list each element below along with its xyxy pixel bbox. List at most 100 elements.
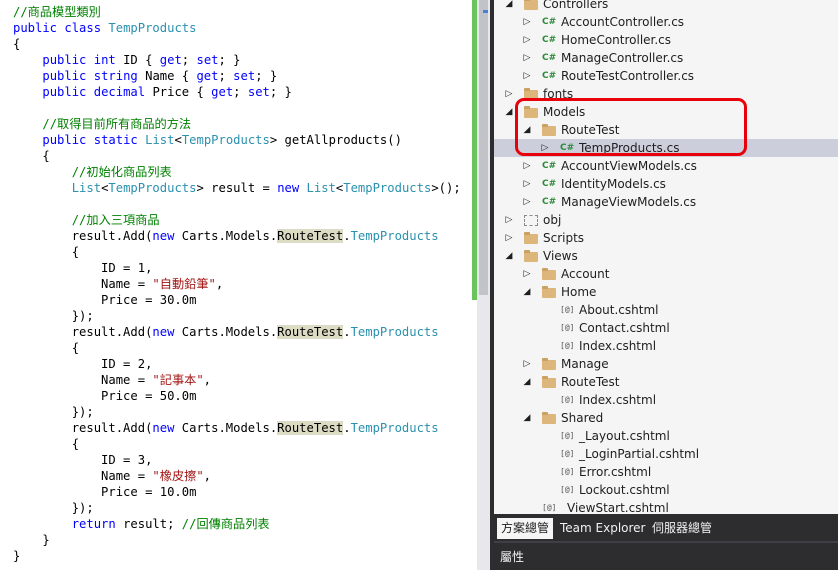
tree-item[interactable]: [@] Contact.cshtml bbox=[494, 319, 838, 337]
collapse-arrow-icon[interactable]: ◢ bbox=[504, 103, 514, 121]
code-line[interactable]: //取得目前所有商品的方法 bbox=[13, 116, 461, 132]
tree-item[interactable]: ◢ RouteTest bbox=[494, 121, 838, 139]
expand-arrow-icon[interactable]: ▷ bbox=[504, 211, 514, 229]
code-line[interactable]: ID = 2, bbox=[13, 356, 461, 372]
code-line[interactable]: Price = 50.0m bbox=[13, 388, 461, 404]
code-line[interactable]: Price = 30.0m bbox=[13, 292, 461, 308]
tree-item[interactable]: ▷ C# HomeController.cs bbox=[494, 31, 838, 49]
collapse-arrow-icon[interactable]: ◢ bbox=[522, 283, 532, 301]
code-line[interactable]: { bbox=[13, 436, 461, 452]
expand-arrow-icon[interactable]: ▷ bbox=[522, 67, 532, 85]
tree-item[interactable]: ▷ C# RouteTestController.cs bbox=[494, 67, 838, 85]
expand-arrow-icon[interactable]: ▷ bbox=[522, 193, 532, 211]
code-line[interactable]: public int ID { get; set; } bbox=[13, 52, 461, 68]
tree-item[interactable]: ◢ Controllers bbox=[494, 0, 838, 13]
code-line[interactable]: { bbox=[13, 340, 461, 356]
collapse-arrow-icon[interactable]: ◢ bbox=[522, 121, 532, 139]
tree-item[interactable]: [@] Lockout.cshtml bbox=[494, 481, 838, 499]
code-token: }); bbox=[13, 501, 94, 515]
code-line[interactable]: result.Add(new Carts.Models.RouteTest.Te… bbox=[13, 228, 461, 244]
expand-arrow-icon[interactable]: ▷ bbox=[522, 175, 532, 193]
expand-arrow-icon[interactable]: ▷ bbox=[504, 85, 514, 103]
code-line[interactable]: List<TempProducts> result = new List<Tem… bbox=[13, 180, 461, 196]
code-line[interactable]: Name = "橡皮擦", bbox=[13, 468, 461, 484]
code-line[interactable]: } bbox=[13, 532, 461, 548]
tab-solution-explorer[interactable]: 方案總管 bbox=[497, 518, 554, 539]
code-line[interactable]: public class TempProducts bbox=[13, 20, 461, 36]
code-line[interactable]: { bbox=[13, 148, 461, 164]
tree-item[interactable]: ◢ RouteTest bbox=[494, 373, 838, 391]
expand-arrow-icon[interactable]: ▷ bbox=[522, 49, 532, 67]
code-line[interactable]: //初始化商品列表 bbox=[13, 164, 461, 180]
code-line[interactable]: }); bbox=[13, 404, 461, 420]
expand-arrow-icon[interactable]: ▷ bbox=[522, 265, 532, 283]
tree-item[interactable]: ▷ C# IdentityModels.cs bbox=[494, 175, 838, 193]
tree-item[interactable]: ▷ C# ManageController.cs bbox=[494, 49, 838, 67]
solution-tree[interactable]: ◢ Controllers ▷ C# AccountController.cs ▷ C# Ho… bbox=[494, 0, 838, 515]
code-line[interactable]: public decimal Price { get; set; } bbox=[13, 84, 461, 100]
code-line[interactable]: { bbox=[13, 36, 461, 52]
keyword-token: set bbox=[233, 69, 256, 83]
code-line[interactable] bbox=[13, 100, 461, 116]
code-token: ; bbox=[218, 69, 234, 83]
tree-item[interactable]: ▷ C# TempProducts.cs bbox=[494, 139, 838, 157]
tree-item[interactable]: ◢ Home bbox=[494, 283, 838, 301]
expand-arrow-icon[interactable]: ▷ bbox=[522, 157, 532, 175]
expand-arrow-icon[interactable]: ▷ bbox=[522, 31, 532, 49]
code-line[interactable]: //加入三項商品 bbox=[13, 212, 461, 228]
collapse-arrow-icon[interactable]: ◢ bbox=[504, 247, 514, 265]
tab-team-explorer[interactable]: Team Explorer bbox=[556, 518, 650, 539]
code-line[interactable]: return result; //回傳商品列表 bbox=[13, 516, 461, 532]
expand-arrow-icon[interactable]: ▷ bbox=[522, 355, 532, 373]
tree-item[interactable]: ◢ Shared bbox=[494, 409, 838, 427]
code-line[interactable]: ID = 3, bbox=[13, 452, 461, 468]
tree-item[interactable]: ▷ C# AccountController.cs bbox=[494, 13, 838, 31]
collapse-arrow-icon[interactable]: ◢ bbox=[522, 373, 532, 391]
keyword-token: return bbox=[71, 517, 116, 531]
collapse-arrow-icon[interactable]: ◢ bbox=[504, 0, 514, 13]
tree-item[interactable]: [@] _LoginPartial.cshtml bbox=[494, 445, 838, 463]
code-line[interactable]: Name = "自動鉛筆", bbox=[13, 276, 461, 292]
code-line[interactable]: ID = 1, bbox=[13, 260, 461, 276]
tab-server-explorer[interactable]: 伺服器總管 bbox=[648, 518, 716, 539]
code-text-area[interactable]: //商品模型類別 public class TempProducts{ publi… bbox=[13, 4, 461, 564]
code-line[interactable]: public string Name { get; set; } bbox=[13, 68, 461, 84]
code-line[interactable]: }); bbox=[13, 500, 461, 516]
tree-item[interactable]: ▷ C# ManageViewModels.cs bbox=[494, 193, 838, 211]
editor-vertical-scrollbar[interactable] bbox=[477, 0, 490, 570]
code-line[interactable]: //商品模型類別 bbox=[13, 4, 461, 20]
code-line[interactable]: Name = "記事本", bbox=[13, 372, 461, 388]
tree-item[interactable]: ▷ obj bbox=[494, 211, 838, 229]
tree-item[interactable]: ◢ Views bbox=[494, 247, 838, 265]
code-line[interactable]: result.Add(new Carts.Models.RouteTest.Te… bbox=[13, 324, 461, 340]
tree-item[interactable]: ◢ Models bbox=[494, 103, 838, 121]
code-line[interactable] bbox=[13, 196, 461, 212]
code-line[interactable]: } bbox=[13, 548, 461, 564]
code-line[interactable]: }); bbox=[13, 308, 461, 324]
tree-item[interactable]: [@] Index.cshtml bbox=[494, 337, 838, 355]
scrollbar-thumb[interactable] bbox=[479, 0, 488, 295]
collapse-arrow-icon[interactable]: ◢ bbox=[522, 409, 532, 427]
expand-arrow-icon[interactable]: ▷ bbox=[504, 229, 514, 247]
code-line[interactable]: { bbox=[13, 244, 461, 260]
tree-item[interactable]: [@] Index.cshtml bbox=[494, 391, 838, 409]
expand-arrow-icon[interactable]: ▷ bbox=[540, 139, 550, 157]
code-editor[interactable]: //商品模型類別 public class TempProducts{ publi… bbox=[0, 0, 472, 570]
tree-item[interactable]: ▷ fonts bbox=[494, 85, 838, 103]
folder-icon bbox=[524, 106, 538, 118]
code-token: > getAllproducts() bbox=[269, 133, 402, 147]
properties-window-header[interactable]: 屬性 bbox=[494, 541, 838, 570]
code-line[interactable]: Price = 10.0m bbox=[13, 484, 461, 500]
code-line[interactable]: result.Add(new Carts.Models.RouteTest.Te… bbox=[13, 420, 461, 436]
tree-item[interactable]: ▷ Manage bbox=[494, 355, 838, 373]
tree-item[interactable]: ▷ C# AccountViewModels.cs bbox=[494, 157, 838, 175]
tree-item[interactable]: ▷ Account bbox=[494, 265, 838, 283]
tree-item[interactable]: [@] About.cshtml bbox=[494, 301, 838, 319]
tree-item[interactable]: [@] Error.cshtml bbox=[494, 463, 838, 481]
tree-item[interactable]: [@] _Layout.cshtml bbox=[494, 427, 838, 445]
tree-item-label: Index.cshtml bbox=[579, 339, 657, 353]
code-line[interactable]: public static List<TempProducts> getAllp… bbox=[13, 132, 461, 148]
code-token: Price = 10.0m bbox=[13, 485, 197, 499]
expand-arrow-icon[interactable]: ▷ bbox=[522, 13, 532, 31]
tree-item[interactable]: ▷ Scripts bbox=[494, 229, 838, 247]
